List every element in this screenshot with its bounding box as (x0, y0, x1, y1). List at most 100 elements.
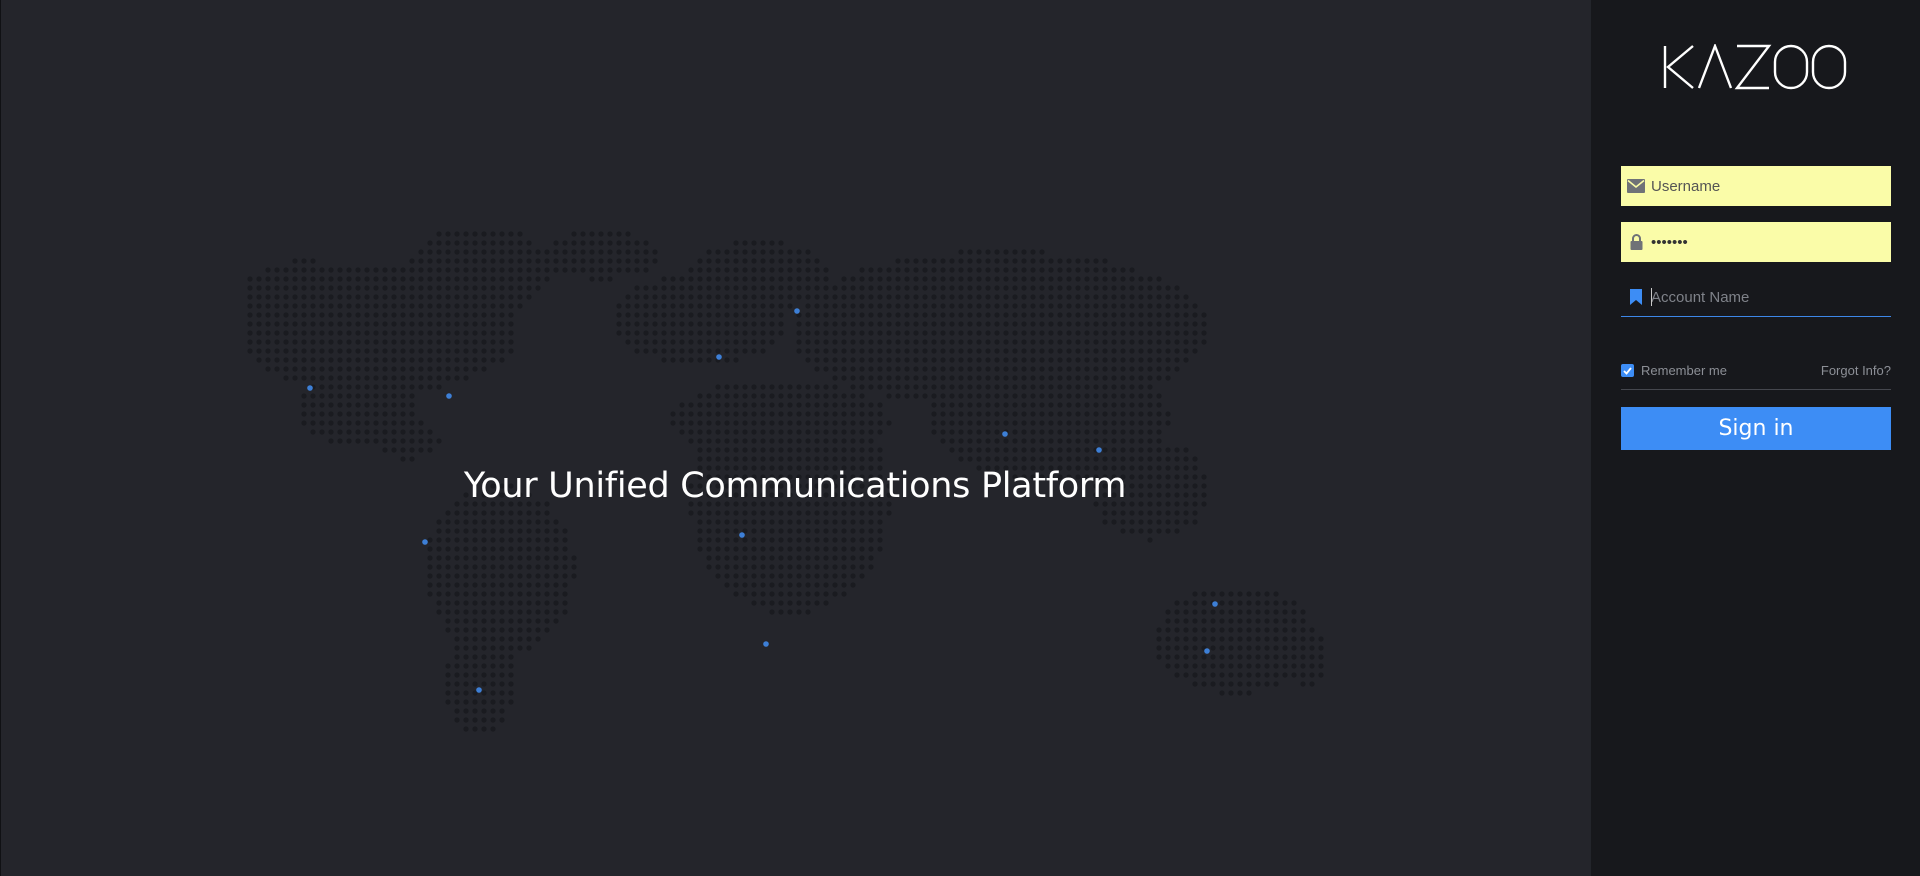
map-dot (1147, 294, 1153, 300)
map-dot (472, 330, 478, 336)
map-dot (382, 375, 388, 381)
map-dot (877, 366, 883, 372)
map-dot (823, 312, 829, 318)
map-dot (274, 303, 280, 309)
map-dot (832, 438, 838, 444)
map-dot (490, 699, 496, 705)
sign-in-button[interactable]: Sign in (1621, 407, 1891, 450)
map-dot (283, 375, 289, 381)
map-dot (472, 231, 478, 237)
map-dot (1048, 258, 1054, 264)
map-dot (742, 438, 748, 444)
map-dot (742, 555, 748, 561)
remember-me-label[interactable]: Remember me (1641, 363, 1727, 378)
forgot-info-link[interactable]: Forgot Info? (1821, 363, 1891, 378)
map-dot (1120, 375, 1126, 381)
map-dot (391, 420, 397, 426)
map-dot (1030, 447, 1036, 453)
map-dot (724, 285, 730, 291)
map-dot (1165, 636, 1171, 642)
map-dot (841, 456, 847, 462)
map-dot (526, 555, 532, 561)
map-dot (553, 573, 559, 579)
map-dot (400, 294, 406, 300)
map-dot (751, 276, 757, 282)
map-dot (310, 366, 316, 372)
map-dot (1273, 627, 1279, 633)
account-name-field[interactable] (1621, 278, 1891, 317)
map-dot (787, 429, 793, 435)
map-dot (400, 276, 406, 282)
map-dot (436, 591, 442, 597)
map-dot (1129, 366, 1135, 372)
map-dot (481, 645, 487, 651)
map-dot (328, 357, 334, 363)
map-dot (1120, 429, 1126, 435)
map-dot (1030, 402, 1036, 408)
username-input[interactable] (1651, 166, 1883, 206)
map-dot (1201, 672, 1207, 678)
map-dot (463, 312, 469, 318)
map-dot (346, 438, 352, 444)
map-dot (895, 276, 901, 282)
username-field[interactable] (1621, 166, 1891, 206)
map-dot (472, 708, 478, 714)
map-dot (1012, 447, 1018, 453)
map-dot (805, 528, 811, 534)
map-dot (751, 429, 757, 435)
account-name-input[interactable] (1651, 278, 1883, 316)
map-dot (625, 240, 631, 246)
map-dot (1174, 456, 1180, 462)
map-dot (1156, 510, 1162, 516)
map-dot (1255, 663, 1261, 669)
map-dot (1003, 375, 1009, 381)
map-dot (454, 519, 460, 525)
map-dot (670, 312, 676, 318)
map-dot (445, 690, 451, 696)
password-input[interactable] (1651, 222, 1883, 262)
map-dot (364, 411, 370, 417)
map-dot (1021, 366, 1027, 372)
map-dot (886, 366, 892, 372)
map-dot (301, 411, 307, 417)
map-dot (481, 285, 487, 291)
map-dot (1075, 294, 1081, 300)
map-dot (706, 564, 712, 570)
map-dot (1048, 348, 1054, 354)
remember-me-checkbox[interactable] (1621, 364, 1634, 377)
map-dot (697, 294, 703, 300)
map-dot (463, 321, 469, 327)
map-dot (1210, 681, 1216, 687)
map-dot (1264, 609, 1270, 615)
map-dot (1120, 312, 1126, 318)
map-dot (931, 258, 937, 264)
map-dot (517, 591, 523, 597)
map-dot (805, 303, 811, 309)
map-dot (265, 339, 271, 345)
map-dot (1048, 357, 1054, 363)
map-dot (1057, 393, 1063, 399)
map-dot (1012, 267, 1018, 273)
map-dot (1102, 438, 1108, 444)
map-dot (517, 555, 523, 561)
map-dot (562, 573, 568, 579)
map-dot (679, 339, 685, 345)
map-dot (1084, 321, 1090, 327)
map-dot (877, 537, 883, 543)
map-dot (940, 384, 946, 390)
map-dot (472, 528, 478, 534)
map-dot (364, 276, 370, 282)
map-dot (1021, 456, 1027, 462)
password-field[interactable] (1621, 222, 1891, 262)
map-dot (481, 564, 487, 570)
map-dot (958, 402, 964, 408)
map-dot (499, 654, 505, 660)
map-dot (454, 321, 460, 327)
map-dot (1165, 339, 1171, 345)
map-dot (922, 330, 928, 336)
map-dot (382, 447, 388, 453)
map-dot (859, 330, 865, 336)
map-dot (1192, 519, 1198, 525)
map-dot (868, 456, 874, 462)
map-dot (481, 348, 487, 354)
